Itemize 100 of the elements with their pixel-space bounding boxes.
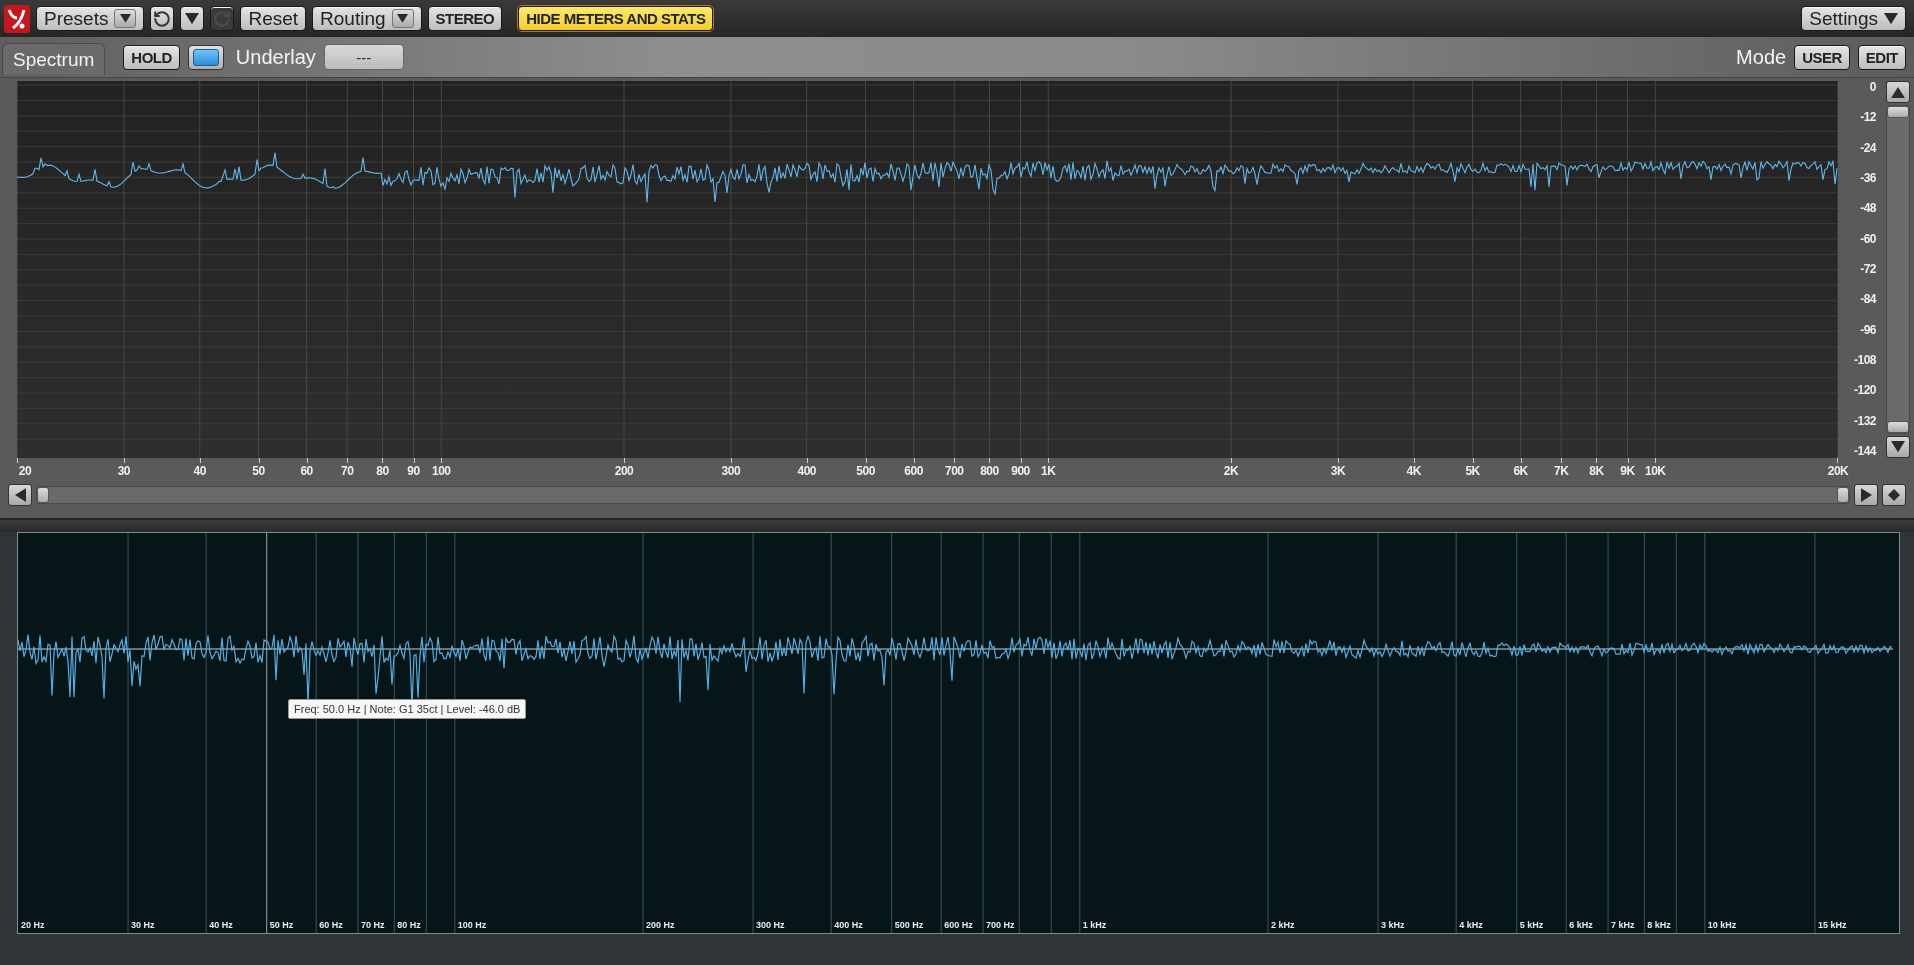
frequency-axis-label: 8K <box>1589 464 1604 478</box>
axis-tick <box>913 458 915 463</box>
vertical-scrollbar[interactable] <box>1886 105 1910 434</box>
presets-button[interactable]: Presets <box>36 6 145 31</box>
axis-tick <box>1413 458 1415 463</box>
scroll-down-button[interactable] <box>1886 436 1910 458</box>
frequency-axis-label: 30 Hz <box>131 920 155 930</box>
mode-button[interactable]: EDIT <box>1857 44 1906 70</box>
down-arrow-icon <box>1891 441 1905 453</box>
frequency-axis-label: 60 Hz <box>319 920 343 930</box>
undo-button[interactable] <box>150 6 175 31</box>
frequency-axis-label: 9K <box>1620 464 1635 478</box>
db-axis-label: 0 <box>1869 81 1876 94</box>
underlay-field[interactable]: --- <box>323 44 404 70</box>
frequency-axis-label: 100 <box>432 464 451 478</box>
scroll-right-button[interactable] <box>1854 484 1878 506</box>
routing-button[interactable]: Routing <box>312 6 422 31</box>
logo-icon <box>4 4 30 33</box>
up-arrow-icon <box>1891 86 1905 98</box>
axis-tick <box>382 458 384 463</box>
frequency-axis-label: 1K <box>1041 464 1056 478</box>
frequency-axis-label: 100 Hz <box>457 920 487 930</box>
frequency-axis-label: 7 kHz <box>1611 920 1635 930</box>
frequency-axis-label: 6K <box>1513 464 1528 478</box>
frequency-axis-label: 400 Hz <box>834 920 863 930</box>
frequency-axis-label: 400 <box>797 464 816 478</box>
axis-tick <box>1337 458 1339 463</box>
axis-tick <box>954 458 956 463</box>
frequency-axis-label: 5 kHz <box>1519 920 1544 930</box>
left-arrow-icon <box>14 488 26 502</box>
axis-tick <box>1837 458 1838 463</box>
axis-tick <box>1472 458 1474 463</box>
hide-meters-button[interactable]: HIDE METERS AND STATS <box>518 6 714 31</box>
frequency-axis-label: 4K <box>1406 464 1421 478</box>
axis-tick <box>865 458 867 463</box>
scroll-up-button[interactable] <box>1886 81 1910 103</box>
frequency-axis-label: 40 <box>193 464 206 478</box>
caret-icon <box>185 12 200 25</box>
frequency-axis-label: 20 Hz <box>21 920 45 930</box>
reset-button[interactable]: Reset <box>240 6 307 31</box>
frequency-axis-label: 3K <box>1330 464 1346 478</box>
color-swatch-button[interactable] <box>187 44 224 70</box>
frequency-axis-label: 80 Hz <box>397 920 421 930</box>
frequency-axis-label: 15 kHz <box>1817 920 1847 930</box>
frequency-axis-label: 7K <box>1554 464 1569 478</box>
db-axis-label: -72 <box>1860 262 1876 276</box>
right-arrow-icon <box>1860 488 1872 502</box>
frequency-axis-label: 20 <box>18 464 32 478</box>
zoom-reset-button[interactable] <box>1882 484 1906 506</box>
axis-tick <box>1561 458 1563 463</box>
tooltip: Freq: 50.0 Hz | Note: G1 35ct | Level: -46.0 dB <box>288 699 527 719</box>
frequency-axis-label: 300 <box>721 464 741 478</box>
history-dropdown-button[interactable] <box>180 6 205 31</box>
settings-button[interactable]: Settings <box>1801 6 1906 31</box>
scroll-left-button[interactable] <box>8 484 32 506</box>
axis-tick <box>258 458 260 463</box>
axis-tick <box>17 458 18 463</box>
frequency-axis-label: 70 <box>341 464 354 478</box>
frequency-axis-label: 4 kHz <box>1459 920 1483 930</box>
db-axis-label: -120 <box>1853 384 1876 398</box>
frequency-axis-label: 500 <box>856 464 875 478</box>
axis-tick <box>1231 458 1232 463</box>
frequency-axis-label: 30 <box>117 464 131 478</box>
db-axis-label: -96 <box>1860 323 1876 337</box>
axis-tick <box>730 458 732 463</box>
frequency-axis-label: 200 Hz <box>646 920 675 930</box>
frequency-axis-label: 10K <box>1645 464 1666 478</box>
undo-icon <box>153 9 172 28</box>
db-axis-label: -12 <box>1860 111 1876 125</box>
axis-tick <box>624 458 625 463</box>
axis-tick <box>1048 458 1050 463</box>
diamond-icon <box>1888 489 1900 501</box>
caret-icon <box>397 14 409 23</box>
db-axis-label: -108 <box>1853 353 1876 367</box>
mode-label: Mode <box>1736 45 1787 69</box>
mode-button[interactable]: USER <box>1794 44 1850 70</box>
frequency-axis-label: 50 <box>252 464 265 478</box>
db-axis-label: -48 <box>1860 202 1876 216</box>
db-axis-label: -144 <box>1853 444 1876 458</box>
frequency-axis-label: 80 <box>376 464 389 478</box>
axis-tick <box>413 458 415 463</box>
axis-tick <box>806 458 808 463</box>
axis-tick <box>347 458 349 463</box>
frequency-axis-label: 600 Hz <box>944 920 973 930</box>
frequency-axis-label: 600 <box>904 464 923 478</box>
spectrum-tab[interactable]: Spectrum <box>2 43 106 75</box>
axis-tick <box>1520 458 1522 463</box>
db-axis-label: -36 <box>1860 172 1876 185</box>
hold-button[interactable]: HOLD <box>123 44 180 70</box>
axis-tick <box>1596 458 1598 463</box>
stereo-button[interactable]: STEREO <box>427 6 503 31</box>
frequency-axis-label: 40 Hz <box>209 920 233 930</box>
axis-tick <box>123 458 125 463</box>
axis-tick <box>306 458 308 463</box>
frequency-axis-label: 90 <box>407 464 420 478</box>
frequency-axis-label: 300 Hz <box>756 920 785 930</box>
horizontal-scrollbar[interactable] <box>36 486 1850 504</box>
frequency-axis-label: 50 Hz <box>269 920 294 930</box>
db-axis-label: -132 <box>1853 414 1876 428</box>
axis-tick <box>441 458 443 463</box>
